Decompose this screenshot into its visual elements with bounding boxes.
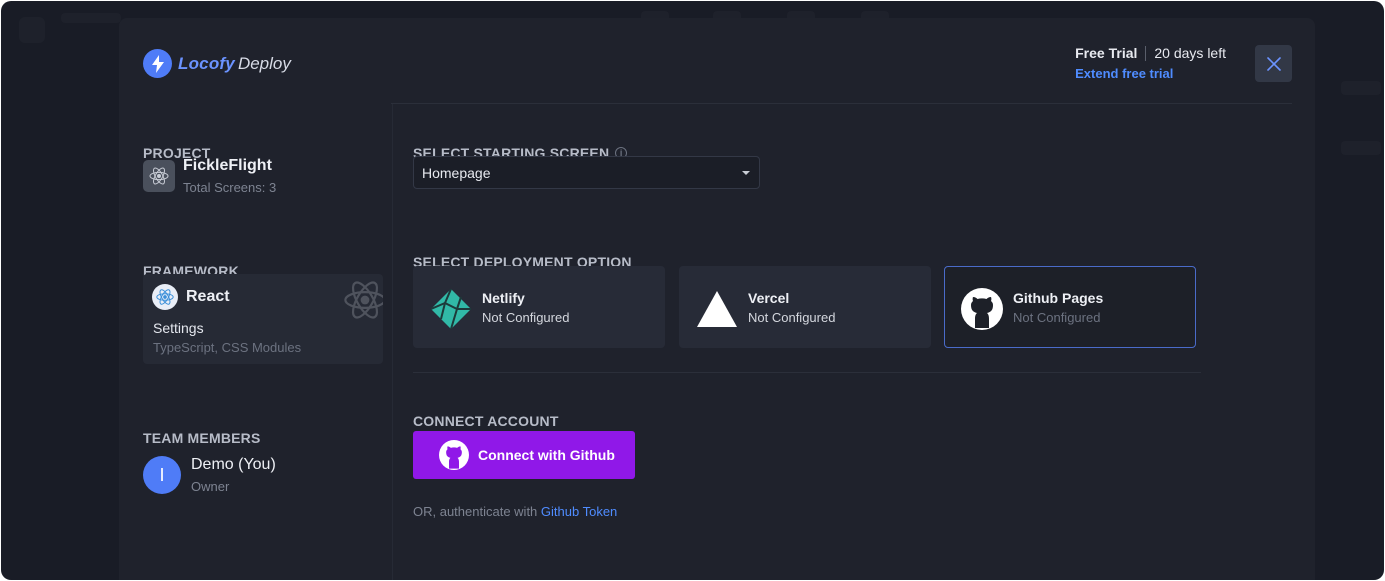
extend-trial-link[interactable]: Extend free trial: [1075, 66, 1226, 81]
project-info: FickleFlight Total Screens: 3: [143, 157, 277, 195]
connect-github-label: Connect with Github: [478, 447, 615, 463]
caret-down-icon: [742, 171, 750, 175]
sidebar-divider: [392, 104, 393, 580]
trial-info: Free Trial 20 days left Extend free tria…: [1075, 45, 1226, 81]
close-button[interactable]: [1255, 45, 1292, 82]
sidebar: PROJECT FickleFlight Total Screens: 3 FR…: [119, 104, 392, 580]
framework-name: React: [186, 288, 230, 305]
starting-screen-value: Homepage: [422, 164, 491, 181]
framework-card[interactable]: React Settings TypeScript, CSS Modules: [143, 274, 383, 364]
option-status: Not Configured: [1013, 310, 1101, 325]
lightning-icon: [143, 49, 172, 78]
backdrop-logo: [19, 17, 45, 43]
react-watermark-icon: [344, 281, 383, 319]
team-members-label: TEAM MEMBERS: [143, 430, 261, 446]
app-window: Locofy Deploy Free Trial 20 days left Ex…: [1, 1, 1384, 580]
option-title: Github Pages: [1013, 290, 1104, 306]
option-status: Not Configured: [482, 310, 570, 325]
netlify-icon: [430, 288, 472, 330]
section-divider: [413, 372, 1201, 373]
trial-title: Free Trial: [1075, 45, 1138, 61]
team-member-item: I Demo (You) Owner: [143, 456, 276, 494]
starting-screen-select[interactable]: Homepage: [413, 156, 760, 189]
deploy-option-netlify[interactable]: Netlify Not Configured: [413, 266, 665, 348]
trial-divider: [1145, 45, 1147, 61]
main-panel: SELECT STARTING SCREEN i Homepage SELECT…: [413, 104, 1213, 580]
react-icon: [152, 284, 178, 310]
locofy-logo: Locofy Deploy: [143, 49, 291, 78]
github-icon: [439, 440, 469, 470]
option-title: Netlify: [482, 290, 525, 306]
connect-github-button[interactable]: Connect with Github: [413, 431, 635, 479]
vercel-icon: [696, 288, 738, 330]
option-status: Not Configured: [748, 310, 836, 325]
deploy-option-vercel[interactable]: Vercel Not Configured: [679, 266, 931, 348]
project-icon: [143, 160, 175, 192]
logo-text-primary: Locofy: [178, 53, 235, 73]
backdrop-panel: [1341, 81, 1381, 95]
github-icon: [961, 288, 1003, 330]
framework-settings-value: TypeScript, CSS Modules: [153, 340, 302, 355]
backdrop-panel: [1341, 141, 1381, 155]
alt-auth-text: OR, authenticate with Github Token: [413, 504, 617, 519]
logo-text-secondary: Deploy: [237, 53, 291, 73]
alt-auth-prefix: OR, authenticate with: [413, 504, 541, 519]
deploy-option-github-pages[interactable]: Github Pages Not Configured: [944, 266, 1196, 348]
modal-header: Locofy Deploy Free Trial 20 days left Ex…: [119, 18, 1315, 104]
option-title: Vercel: [748, 290, 790, 306]
member-name: Demo (You): [191, 456, 276, 473]
close-icon: [1266, 56, 1281, 71]
project-name: FickleFlight: [183, 157, 272, 174]
project-screen-count: Total Screens: 3: [183, 180, 277, 195]
github-token-link[interactable]: Github Token: [541, 504, 617, 519]
backdrop-text: [61, 13, 121, 23]
avatar: I: [143, 456, 181, 494]
deploy-modal: Locofy Deploy Free Trial 20 days left Ex…: [119, 18, 1315, 580]
member-role: Owner: [191, 479, 230, 494]
trial-days-left: 20 days left: [1154, 45, 1226, 61]
framework-settings-label: Settings: [153, 320, 204, 336]
connect-account-label: CONNECT ACCOUNT: [413, 413, 559, 429]
